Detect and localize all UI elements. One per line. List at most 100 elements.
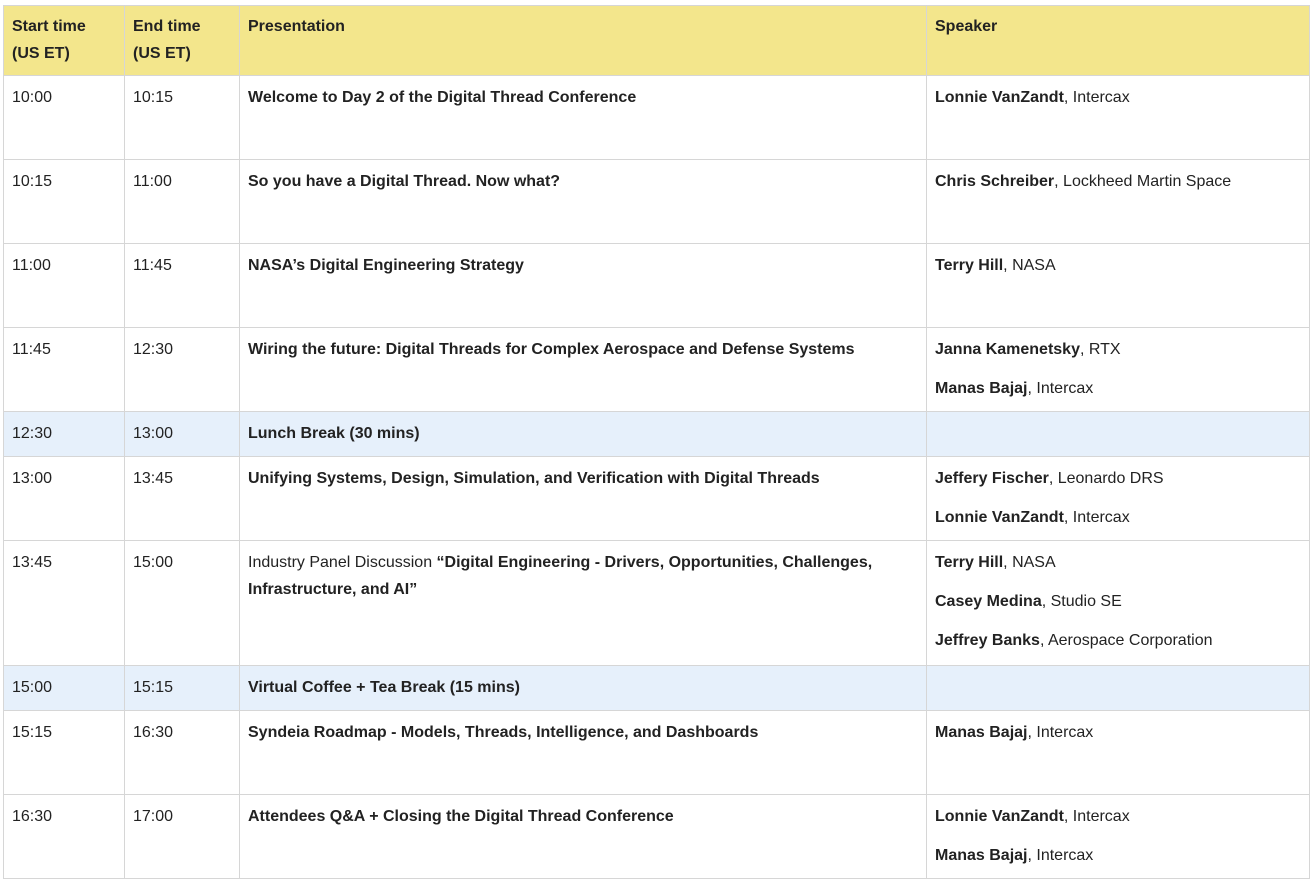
table-header: Start time (US ET) End time (US ET) Pres… bbox=[3, 5, 1310, 76]
table-row: 13:45 15:00 Industry Panel Discussion “Dig… bbox=[3, 540, 1310, 666]
speaker-name: Terry Hill bbox=[935, 554, 1004, 571]
presentation-cell: NASA’s Digital Engineering Strategy bbox=[239, 243, 927, 328]
speaker-name: Manas Bajaj bbox=[935, 847, 1028, 864]
end-time-cell: 16:30 bbox=[124, 710, 240, 795]
speaker-cell bbox=[926, 665, 1310, 711]
presentation-cell: Industry Panel Discussion “Digital Engin… bbox=[239, 540, 927, 666]
end-time-cell: 12:30 bbox=[124, 327, 240, 412]
presentation-title: Welcome to Day 2 of the Digital Thread C… bbox=[248, 89, 637, 106]
speaker-cell bbox=[926, 411, 1310, 457]
presentation-title: Unifying Systems, Design, Simulation, an… bbox=[248, 470, 820, 487]
speaker-org: , NASA bbox=[1003, 257, 1056, 274]
speaker-name: Casey Medina bbox=[935, 593, 1042, 610]
start-time-cell: 15:00 bbox=[3, 665, 125, 711]
speaker-name: Manas Bajaj bbox=[935, 380, 1028, 397]
presentation-title: Attendees Q&A + Closing the Digital Thre… bbox=[248, 808, 674, 825]
start-time-cell: 15:15 bbox=[3, 710, 125, 795]
speaker-org: , Aerospace Corporation bbox=[1039, 632, 1213, 649]
table-row: 15:15 16:30 Syndeia Roadmap - Models, Thre… bbox=[3, 710, 1310, 795]
start-time-cell: 10:15 bbox=[3, 159, 125, 244]
presentation-title: NASA’s Digital Engineering Strategy bbox=[248, 257, 524, 274]
speaker-org: , Intercax bbox=[1027, 380, 1094, 397]
speaker-entry: Casey Medina, Studio SE bbox=[935, 588, 1301, 615]
presentation-cell: So you have a Digital Thread. Now what? bbox=[239, 159, 927, 244]
presentation-cell: Welcome to Day 2 of the Digital Thread C… bbox=[239, 75, 927, 160]
header-start-time: Start time (US ET) bbox=[3, 5, 125, 76]
speaker-name: Janna Kamenetsky bbox=[935, 341, 1080, 358]
speaker-entry: Terry Hill, NASA bbox=[935, 252, 1301, 279]
speaker-org: , Intercax bbox=[1027, 724, 1094, 741]
speaker-cell: Terry Hill, NASA bbox=[926, 243, 1310, 328]
speaker-entry: Janna Kamenetsky, RTX bbox=[935, 336, 1301, 363]
table-row: 16:30 17:00 Attendees Q&A + Closing the Di… bbox=[3, 794, 1310, 879]
table-body: 10:00 10:15 Welcome to Day 2 of the Digita… bbox=[3, 75, 1310, 879]
speaker-name: Lonnie VanZandt bbox=[935, 89, 1064, 106]
presentation-cell: Virtual Coffee + Tea Break (15 mins) bbox=[239, 665, 927, 711]
start-time-cell: 13:00 bbox=[3, 456, 125, 541]
speaker-org: , Intercax bbox=[1027, 847, 1094, 864]
table-row: 12:30 13:00 Lunch Break (30 mins) bbox=[3, 411, 1310, 457]
speaker-cell: Jeffery Fischer, Leonardo DRS Lonnie VanZ… bbox=[926, 456, 1310, 541]
table-row: 11:45 12:30 Wiring the future: Digital Thr… bbox=[3, 327, 1310, 412]
speaker-org: , Intercax bbox=[1063, 808, 1130, 825]
speaker-name: Manas Bajaj bbox=[935, 724, 1028, 741]
speaker-entry: Manas Bajaj, Intercax bbox=[935, 842, 1301, 869]
end-time-cell: 15:00 bbox=[124, 540, 240, 666]
presentation-cell: Unifying Systems, Design, Simulation, an… bbox=[239, 456, 927, 541]
start-time-cell: 11:45 bbox=[3, 327, 125, 412]
speaker-entry: Jeffery Fischer, Leonardo DRS bbox=[935, 465, 1301, 492]
presentation-cell: Syndeia Roadmap - Models, Threads, Intel… bbox=[239, 710, 927, 795]
presentation-cell: Attendees Q&A + Closing the Digital Thre… bbox=[239, 794, 927, 879]
presentation-cell: Lunch Break (30 mins) bbox=[239, 411, 927, 457]
speaker-org: , Intercax bbox=[1063, 509, 1130, 526]
agenda-table: Start time (US ET) End time (US ET) Pres… bbox=[3, 5, 1310, 879]
table-row: 10:00 10:15 Welcome to Day 2 of the Digita… bbox=[3, 75, 1310, 160]
end-time-cell: 15:15 bbox=[124, 665, 240, 711]
speaker-org: , NASA bbox=[1003, 554, 1056, 571]
speaker-org: , RTX bbox=[1079, 341, 1121, 358]
presentation-title: Lunch Break (30 mins) bbox=[248, 425, 420, 442]
header-end-time: End time (US ET) bbox=[124, 5, 240, 76]
presentation-title: Syndeia Roadmap - Models, Threads, Intel… bbox=[248, 724, 759, 741]
speaker-name: Jeffery Fischer bbox=[935, 470, 1049, 487]
speaker-entry: Lonnie VanZandt, Intercax bbox=[935, 84, 1301, 111]
speaker-entry: Manas Bajaj, Intercax bbox=[935, 375, 1301, 402]
speaker-name: Chris Schreiber bbox=[935, 173, 1055, 190]
speaker-cell: Janna Kamenetsky, RTX Manas Bajaj, Interc… bbox=[926, 327, 1310, 412]
presentation-prefix: Industry Panel Discussion bbox=[248, 554, 437, 571]
end-time-cell: 11:45 bbox=[124, 243, 240, 328]
presentation-title: So you have a Digital Thread. Now what? bbox=[248, 173, 561, 190]
speaker-org: , Studio SE bbox=[1041, 593, 1122, 610]
speaker-entry: Chris Schreiber, Lockheed Martin Space bbox=[935, 168, 1301, 195]
end-time-cell: 10:15 bbox=[124, 75, 240, 160]
speaker-name: Terry Hill bbox=[935, 257, 1004, 274]
speaker-cell: Terry Hill, NASA Casey Medina, Studio SE J… bbox=[926, 540, 1310, 666]
speaker-name: Lonnie VanZandt bbox=[935, 808, 1064, 825]
agenda-table-container: Start time (US ET) End time (US ET) Pres… bbox=[3, 5, 1310, 879]
table-row: 11:00 11:45 NASA’s Digital Engineering Str… bbox=[3, 243, 1310, 328]
start-time-cell: 11:00 bbox=[3, 243, 125, 328]
end-time-cell: 17:00 bbox=[124, 794, 240, 879]
start-time-cell: 16:30 bbox=[3, 794, 125, 879]
speaker-cell: Manas Bajaj, Intercax bbox=[926, 710, 1310, 795]
start-time-cell: 13:45 bbox=[3, 540, 125, 666]
start-time-cell: 12:30 bbox=[3, 411, 125, 457]
speaker-entry: Jeffrey Banks, Aerospace Corporation bbox=[935, 627, 1301, 654]
end-time-cell: 13:45 bbox=[124, 456, 240, 541]
speaker-name: Lonnie VanZandt bbox=[935, 509, 1064, 526]
table-row: 10:15 11:00 So you have a Digital Thread. … bbox=[3, 159, 1310, 244]
speaker-org: , Intercax bbox=[1063, 89, 1130, 106]
presentation-title: Virtual Coffee + Tea Break (15 mins) bbox=[248, 679, 520, 696]
speaker-entry: Lonnie VanZandt, Intercax bbox=[935, 803, 1301, 830]
presentation-title: Wiring the future: Digital Threads for C… bbox=[248, 341, 855, 358]
speaker-entry: Manas Bajaj, Intercax bbox=[935, 719, 1301, 746]
speaker-entry: Terry Hill, NASA bbox=[935, 549, 1301, 576]
header-row: Start time (US ET) End time (US ET) Pres… bbox=[3, 5, 1310, 76]
presentation-cell: Wiring the future: Digital Threads for C… bbox=[239, 327, 927, 412]
table-row: 13:00 13:45 Unifying Systems, Design, Simu… bbox=[3, 456, 1310, 541]
table-row: 15:00 15:15 Virtual Coffee + Tea Break (15… bbox=[3, 665, 1310, 711]
end-time-cell: 13:00 bbox=[124, 411, 240, 457]
speaker-org: , Leonardo DRS bbox=[1048, 470, 1164, 487]
header-speaker: Speaker bbox=[926, 5, 1310, 76]
speaker-cell: Lonnie VanZandt, Intercax bbox=[926, 75, 1310, 160]
